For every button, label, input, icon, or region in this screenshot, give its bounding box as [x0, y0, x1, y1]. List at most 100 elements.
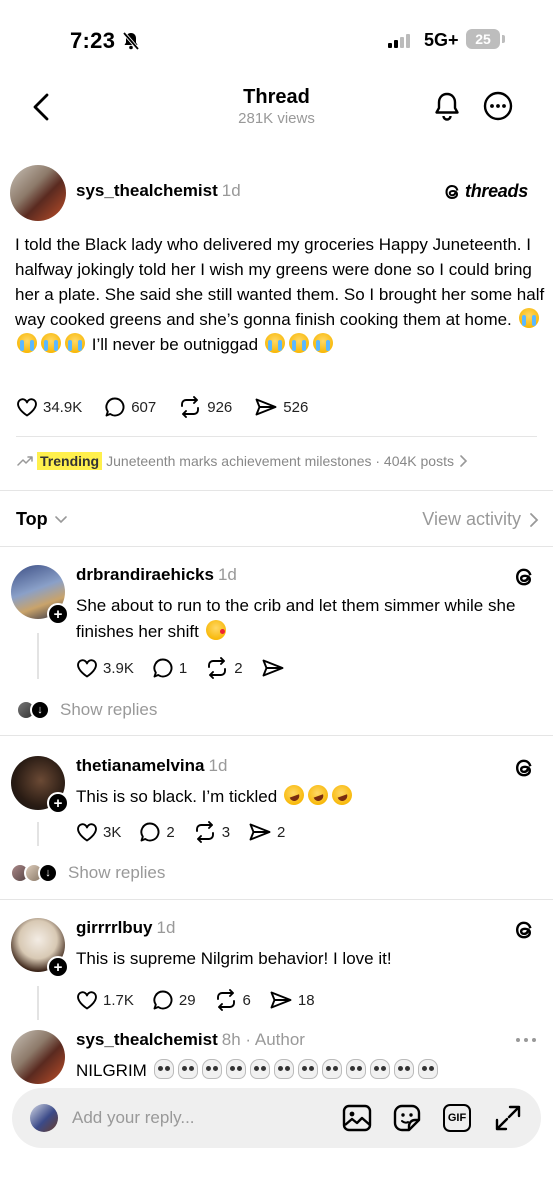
skull-emoji-icon: [225, 1059, 246, 1079]
comment-button[interactable]: 607: [104, 396, 156, 418]
crying-emoji-icon: [41, 333, 61, 353]
gif-button[interactable]: GIF: [443, 1104, 471, 1132]
notification-bell-icon[interactable]: [432, 90, 462, 127]
comment-button[interactable]: 1: [152, 657, 187, 679]
skull-emoji-icon: [393, 1059, 414, 1079]
more-options-icon[interactable]: [514, 1032, 538, 1050]
comment-button[interactable]: 2: [139, 821, 175, 843]
reply-input[interactable]: Add your reply...: [72, 1108, 195, 1128]
crying-emoji-icon: [312, 333, 333, 353]
reply-age: 1d: [217, 565, 237, 584]
username[interactable]: girrrrlbuy: [76, 918, 153, 937]
repost-button[interactable]: 926: [178, 396, 232, 418]
divider: [0, 735, 553, 736]
comment-count: 29: [178, 991, 196, 1009]
like-count: 3.9K: [103, 659, 134, 677]
repost-icon: [216, 989, 235, 1011]
post-age: 1d: [221, 181, 241, 200]
post-text: I told the Black lady who delivered my g…: [15, 232, 545, 357]
like-count: 3K: [103, 823, 122, 841]
like-button[interactable]: 1.7K: [76, 990, 134, 1010]
more-options-icon[interactable]: [482, 90, 514, 127]
like-button[interactable]: 34.9K: [16, 397, 82, 417]
comment-icon: [140, 822, 160, 842]
expand-icon[interactable]: [494, 1104, 522, 1137]
reply-author[interactable]: girrrrlbuy 1d: [76, 918, 175, 938]
follow-plus-icon[interactable]: +: [47, 603, 69, 625]
reply-text: This is so black. I’m tickled: [76, 782, 536, 810]
post-author[interactable]: sys_thealchemist 1d: [76, 181, 241, 201]
comment-button[interactable]: 29: [152, 989, 196, 1011]
reply-author[interactable]: sys_thealchemist 8h · Author: [76, 1030, 305, 1050]
share-button[interactable]: 526: [254, 397, 308, 417]
skull-emoji-icon: [153, 1059, 174, 1079]
reply-actions: 3K 2 3 2: [76, 821, 303, 843]
skull-emoji-icon: [345, 1059, 366, 1079]
image-icon[interactable]: [342, 1104, 372, 1137]
avatar[interactable]: [10, 165, 66, 221]
show-replies-button[interactable]: ↓ Show replies: [16, 700, 157, 720]
show-replies-label: Show replies: [68, 863, 166, 882]
skull-emoji-icon: [417, 1059, 438, 1079]
view-activity-label: View activity: [422, 509, 521, 529]
follow-plus-icon[interactable]: +: [47, 956, 69, 978]
reply-text: She about to run to the crib and let the…: [76, 593, 536, 645]
comment-icon: [153, 990, 173, 1010]
reply-author[interactable]: thetianamelvina 1d: [76, 756, 227, 776]
like-count: 34.9K: [43, 398, 83, 416]
author-tag: · Author: [245, 1030, 305, 1049]
battery-cap: [502, 35, 505, 43]
trending-tag: Trending: [37, 452, 103, 470]
divider: [16, 436, 537, 437]
heart-icon: [77, 659, 97, 678]
reply-author[interactable]: drbrandiraehicks 1d: [76, 565, 237, 585]
threads-icon[interactable]: [514, 565, 536, 594]
reply-actions: 3.9K 1 2: [76, 657, 303, 679]
skull-emoji-icon: [273, 1059, 294, 1079]
avatar: [30, 1104, 58, 1132]
divider: [0, 899, 553, 900]
post-text-body: I told the Black lady who delivered my g…: [15, 235, 545, 329]
skull-emoji-icon: [201, 1059, 222, 1079]
username[interactable]: sys_thealchemist: [76, 181, 218, 200]
crying-emoji-icon: [65, 333, 85, 353]
threads-icon[interactable]: [514, 918, 536, 947]
share-button[interactable]: [261, 658, 285, 678]
reply-text-body: This is so black. I’m tickled: [76, 787, 278, 806]
trending-text: Juneteenth marks achievement milestones …: [106, 453, 454, 469]
trending-topic[interactable]: Trending Juneteenth marks achievement mi…: [17, 452, 468, 470]
status-bar: 7:23 5G+ 25: [0, 0, 553, 80]
repost-icon: [195, 821, 214, 843]
like-button[interactable]: 3K: [76, 822, 121, 842]
repost-button[interactable]: 2: [205, 657, 243, 679]
username[interactable]: thetianamelvina: [76, 756, 205, 775]
avatar[interactable]: [11, 1030, 65, 1084]
username[interactable]: sys_thealchemist: [76, 1030, 218, 1049]
thread-line: [37, 822, 39, 846]
reply-composer[interactable]: Add your reply... GIF: [12, 1088, 541, 1148]
skull-emoji-icon: [177, 1059, 198, 1079]
comment-icon: [105, 397, 125, 417]
share-button[interactable]: 2: [248, 822, 285, 842]
comment-count: 2: [166, 823, 175, 841]
skull-emoji-icon: [321, 1059, 342, 1079]
heart-icon: [77, 991, 97, 1010]
like-button[interactable]: 3.9K: [76, 658, 134, 678]
arrow-down-icon: ↓: [30, 700, 50, 720]
view-activity-link[interactable]: View activity: [422, 509, 539, 530]
crying-emoji-icon: [17, 333, 37, 353]
share-button[interactable]: 18: [269, 990, 315, 1010]
username[interactable]: drbrandiraehicks: [76, 565, 214, 584]
repost-button[interactable]: 6: [214, 989, 251, 1011]
rofl-emoji-icon: [281, 782, 307, 808]
crying-emoji-icon: [518, 308, 539, 328]
follow-plus-icon[interactable]: +: [47, 792, 69, 814]
comment-count: 1: [178, 659, 188, 677]
threads-icon[interactable]: [514, 756, 536, 785]
repost-count: 6: [242, 991, 251, 1009]
sort-dropdown[interactable]: Top: [16, 509, 68, 530]
sticker-icon[interactable]: [393, 1104, 421, 1137]
show-replies-button[interactable]: ↓ Show replies: [10, 863, 165, 883]
repost-button[interactable]: 3: [193, 821, 230, 843]
skull-emoji-icon: [297, 1059, 318, 1079]
